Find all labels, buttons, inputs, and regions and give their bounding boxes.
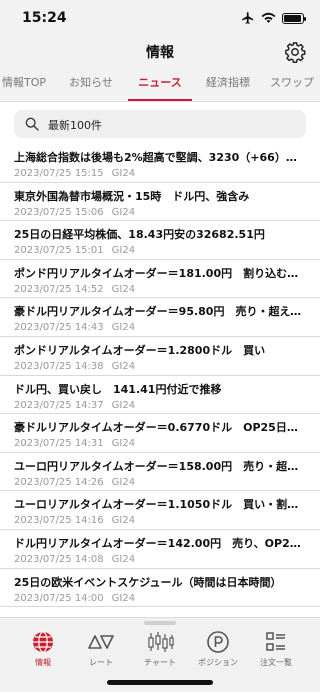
news-time: 2023/07/25 15:15 <box>14 168 104 179</box>
news-row[interactable]: ポンド円リアルタイムオーダー＝181.00円 割り込むと損切り 2023/07/… <box>0 260 320 299</box>
news-source: GI24 <box>111 553 136 565</box>
news-row[interactable]: ドル円リアルタイムオーダー＝142.00円 売り、OP27日NYカット 2023… <box>0 530 320 569</box>
news-title: ドル円リアルタイムオーダー＝142.00円 売り、OP27日NYカット <box>14 536 306 550</box>
news-meta: 2023/07/25 14:37 GI24 <box>14 400 306 411</box>
news-time: 2023/07/25 14:26 <box>14 476 104 488</box>
position-p-icon <box>207 631 229 653</box>
news-source: GI24 <box>111 438 136 450</box>
news-row[interactable]: 上海総合指数は後場も2%超高で堅調、3230（+66）近辺 2023/07/25… <box>0 144 320 183</box>
news-title: 東京外国為替市場概況・15時 ドル円、強含み <box>14 189 250 203</box>
search-value: 最新100件 <box>48 119 102 132</box>
nav-chart-label: チャート <box>144 658 176 667</box>
news-source: GI24 <box>111 360 136 372</box>
news-meta: 2023/07/25 15:01 GI24 <box>14 245 306 256</box>
nav-info[interactable]: 情報 <box>14 630 72 676</box>
news-title: 25日の欧米イベントスケジュール（時間は日本時間） <box>14 575 282 589</box>
news-source: GI24 <box>111 515 136 527</box>
news-meta: 2023/07/25 14:26 GI24 <box>14 477 306 488</box>
news-title: 豪ドル円リアルタイムオーダー＝95.80円 売り・超えると損切り <box>14 305 306 319</box>
news-title: ドル円、買い戻し 141.41円付近で推移 <box>14 382 222 396</box>
drag-handle[interactable] <box>144 621 176 625</box>
nav-chart[interactable]: チャート <box>131 630 189 676</box>
page-title: 情報 <box>146 45 174 61</box>
status-icons <box>241 11 306 25</box>
news-time: 2023/07/25 14:16 <box>14 515 104 527</box>
news-time: 2023/07/25 14:38 <box>14 360 104 372</box>
candlestick-chart-icon <box>148 632 174 652</box>
news-title: 豪ドルリアルタイムオーダー＝0.6770ドル OP25日NYカット <box>14 421 306 435</box>
news-source: GI24 <box>111 206 136 218</box>
wifi-icon <box>261 12 276 23</box>
status-bar: 15:24 <box>0 0 320 36</box>
news-source: GI24 <box>111 245 136 257</box>
tab-economic-indicators[interactable]: 経済指標 <box>198 68 258 101</box>
nav-rate-label: レート <box>89 658 113 667</box>
news-time: 2023/07/25 14:31 <box>14 438 104 450</box>
news-row[interactable]: ユーロ円リアルタイムオーダー＝158.00円 売り・超えると損切り 2023/0… <box>0 453 320 492</box>
airplane-icon <box>242 12 254 24</box>
news-list: 上海総合指数は後場も2%超高で堅調、3230（+66）近辺 2023/07/25… <box>0 144 320 608</box>
tab-notices[interactable]: お知らせ <box>62 68 120 101</box>
news-title: ユーロ円リアルタイムオーダー＝158.00円 売り・超えると損切り <box>14 459 306 473</box>
nav-position-label: ポジション <box>198 658 238 667</box>
battery-icon <box>282 12 306 24</box>
nav-info-label: 情報 <box>35 658 51 667</box>
news-row[interactable]: ポンドリアルタイムオーダー＝1.2800ドル 買い 2023/07/25 14:… <box>0 337 320 376</box>
news-row[interactable]: ユーロリアルタイムオーダー＝1.1050ドル 買い・割り込むと損切り 2023/… <box>0 491 320 530</box>
globe-icon <box>33 631 53 653</box>
news-source: GI24 <box>111 399 136 411</box>
news-time: 2023/07/25 14:00 <box>14 592 104 604</box>
news-source: GI24 <box>111 322 136 334</box>
news-meta: 2023/07/25 15:06 GI24 <box>14 207 306 218</box>
news-title: 上海総合指数は後場も2%超高で堅調、3230（+66）近辺 <box>14 151 306 164</box>
news-time: 2023/07/25 15:01 <box>14 245 104 257</box>
news-source: GI24 <box>111 283 136 295</box>
search-icon <box>25 117 39 131</box>
news-title: ポンドリアルタイムオーダー＝1.2800ドル 買い <box>14 343 266 357</box>
news-source: GI24 <box>111 476 136 488</box>
news-meta: 2023/07/25 14:16 GI24 <box>14 515 306 526</box>
news-meta: 2023/07/25 14:31 GI24 <box>14 438 306 449</box>
news-title: 25日の日経平均株価、18.43円安の32682.51円 <box>14 228 265 242</box>
news-source: GI24 <box>111 168 136 179</box>
news-title: ポンド円リアルタイムオーダー＝181.00円 割り込むと損切り <box>14 266 306 280</box>
news-row[interactable]: ドル円、買い戻し 141.41円付近で推移 2023/07/25 14:37 GI… <box>0 376 320 415</box>
news-time: 2023/07/25 14:43 <box>14 322 104 334</box>
order-list-icon <box>266 632 285 651</box>
nav-order-list[interactable]: 注文一覧 <box>247 630 305 676</box>
tab-news[interactable]: ニュース <box>128 68 192 101</box>
news-time: 2023/07/25 14:52 <box>14 283 104 295</box>
nav-rate[interactable]: レート <box>72 630 130 676</box>
news-source: GI24 <box>111 592 136 604</box>
news-title: ユーロリアルタイムオーダー＝1.1050ドル 買い・割り込むと損切り <box>14 498 306 512</box>
news-row[interactable]: 豪ドルリアルタイムオーダー＝0.6770ドル OP25日NYカット 2023/0… <box>0 414 320 453</box>
news-row[interactable]: 25日の欧米イベントスケジュール（時間は日本時間） 2023/07/25 14:… <box>0 569 320 608</box>
news-meta: 2023/07/25 14:38 GI24 <box>14 361 306 372</box>
news-row[interactable]: 豪ドル円リアルタイムオーダー＝95.80円 売り・超えると損切り 2023/07… <box>0 298 320 337</box>
nav-position[interactable]: ポジション <box>189 630 247 676</box>
tab-swap[interactable]: スワップ <box>270 68 320 101</box>
home-indicator <box>107 680 213 685</box>
gear-icon[interactable] <box>284 41 306 63</box>
news-meta: 2023/07/25 15:15 GI24 <box>14 168 306 179</box>
news-meta: 2023/07/25 14:08 GI24 <box>14 554 306 565</box>
news-meta: 2023/07/25 14:52 GI24 <box>14 284 306 295</box>
news-time: 2023/07/25 14:08 <box>14 553 104 565</box>
category-tabs: 情報TOP お知らせ ニュース 経済指標 スワップ <box>0 68 320 102</box>
search-input[interactable]: 最新100件 <box>14 110 306 138</box>
nav-order-list-label: 注文一覧 <box>260 658 292 667</box>
news-time: 2023/07/25 14:37 <box>14 399 104 411</box>
news-meta: 2023/07/25 14:00 GI24 <box>14 593 306 604</box>
news-meta: 2023/07/25 14:43 GI24 <box>14 322 306 333</box>
header: 情報 <box>0 36 320 68</box>
search-area: 最新100件 <box>0 102 320 144</box>
news-row[interactable]: 25日の日経平均株価、18.43円安の32682.51円 2023/07/25 … <box>0 221 320 260</box>
up-down-triangles-icon <box>88 635 114 649</box>
tab-info-top[interactable]: 情報TOP <box>0 68 48 101</box>
news-row[interactable]: 東京外国為替市場概況・15時 ドル円、強含み 2023/07/25 15:06 G… <box>0 183 320 222</box>
news-time: 2023/07/25 15:06 <box>14 206 104 218</box>
status-time: 15:24 <box>22 10 67 26</box>
